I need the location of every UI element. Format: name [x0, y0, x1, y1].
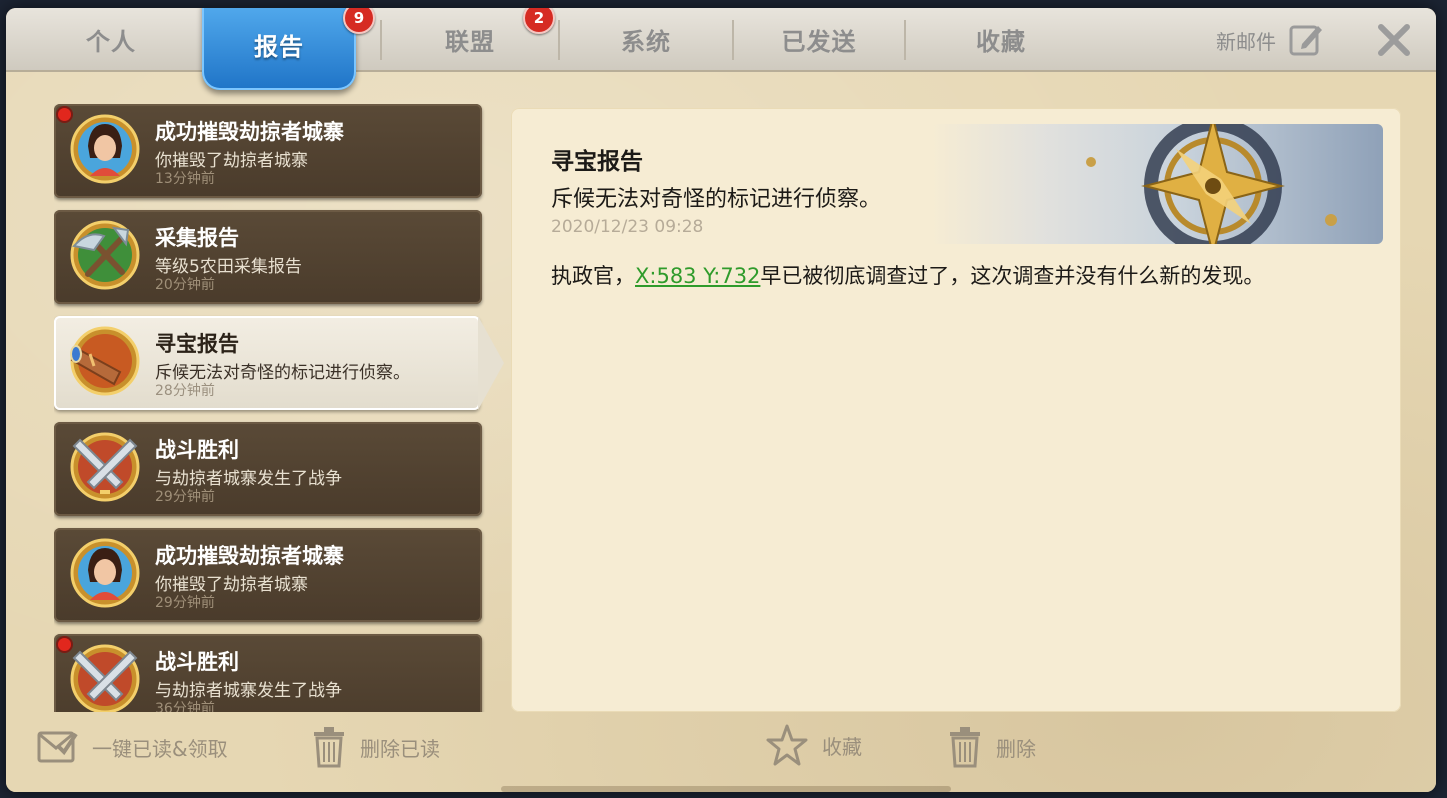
report-title: 采集报告	[155, 226, 239, 250]
new-mail-button[interactable]: 新邮件	[1216, 22, 1324, 58]
crossed-swords-icon	[70, 432, 140, 502]
tab-system[interactable]: 系统	[560, 8, 732, 70]
report-time: 29分钟前	[155, 595, 215, 611]
governor-avatar-icon	[70, 538, 140, 608]
report-title: 战斗胜利	[155, 650, 239, 674]
report-list[interactable]: 成功摧毁劫掠者城寨 你摧毁了劫掠者城寨 13分钟前 采集报告 等级5农田采集报告…	[54, 104, 486, 712]
report-time: 20分钟前	[155, 277, 215, 293]
tab-sent[interactable]: 已发送	[734, 8, 904, 70]
selection-pointer	[478, 316, 504, 410]
spyglass-icon	[70, 326, 140, 396]
report-item[interactable]: 成功摧毁劫掠者城寨 你摧毁了劫掠者城寨 13分钟前	[54, 104, 482, 198]
favorite-button[interactable]: 收藏	[766, 724, 862, 766]
read-all-claim-label: 一键已读&领取	[92, 736, 228, 761]
detail-body: 执政官，X:583 Y:732早已被彻底调查过了，这次调查并没有什么新的发现。	[551, 260, 1264, 290]
coordinate-link[interactable]: X:583 Y:732	[635, 264, 760, 288]
report-item[interactable]: 成功摧毁劫掠者城寨 你摧毁了劫掠者城寨 29分钟前	[54, 528, 482, 622]
new-mail-label: 新邮件	[1216, 29, 1276, 54]
report-time: 29分钟前	[155, 489, 215, 505]
report-banner	[931, 124, 1383, 244]
delete-read-button[interactable]: 删除已读	[312, 726, 440, 768]
delete-read-label: 删除已读	[360, 736, 440, 761]
crossed-swords-icon	[70, 644, 140, 712]
report-item[interactable]: 战斗胜利 与劫掠者城寨发生了战争 29分钟前	[54, 422, 482, 516]
bottom-scroll-indicator	[501, 786, 951, 792]
detail-body-prefix: 执政官，	[551, 264, 635, 288]
report-time: 36分钟前	[155, 701, 215, 712]
report-title: 成功摧毁劫掠者城寨	[155, 120, 344, 144]
close-button[interactable]	[1374, 20, 1414, 60]
detail-title: 寻宝报告	[551, 149, 643, 175]
trash-icon	[950, 727, 980, 768]
report-title: 战斗胜利	[155, 438, 239, 462]
detail-timestamp: 2020/12/23 09:28	[551, 217, 704, 237]
tab-reports[interactable]: 报告	[202, 8, 356, 90]
star-icon	[766, 724, 808, 766]
report-title: 成功摧毁劫掠者城寨	[155, 544, 344, 568]
gathering-tools-icon	[70, 220, 140, 290]
report-detail-pane: 寻宝报告 斥候无法对奇怪的标记进行侦察。 2020/12/23 09:28 执政…	[511, 108, 1401, 712]
delete-button[interactable]: 删除	[948, 726, 1036, 768]
mail-check-icon	[37, 731, 78, 763]
close-icon	[1378, 24, 1410, 56]
delete-label: 删除	[996, 736, 1036, 761]
report-time: 28分钟前	[155, 383, 215, 399]
tab-favorites[interactable]: 收藏	[906, 8, 1096, 70]
mail-window: 个人 联盟 系统 已发送 收藏 新邮件 报告 9 2 成功摧毁劫掠者城寨 你摧毁…	[6, 8, 1436, 792]
report-title: 寻宝报告	[155, 332, 239, 356]
detail-body-suffix: 早已被彻底调查过了，这次调查并没有什么新的发现。	[760, 264, 1265, 288]
report-time: 13分钟前	[155, 171, 215, 187]
compose-icon	[1289, 25, 1322, 56]
report-item[interactable]: 战斗胜利 与劫掠者城寨发生了战争 36分钟前	[54, 634, 482, 712]
read-all-claim-button[interactable]: 一键已读&领取	[36, 728, 228, 766]
compass-rose-icon	[1086, 124, 1337, 244]
report-item-selected[interactable]: 寻宝报告 斥候无法对奇怪的标记进行侦察。 28分钟前	[54, 316, 480, 410]
trash-icon	[314, 727, 344, 768]
detail-subtitle: 斥候无法对奇怪的标记进行侦察。	[551, 187, 882, 212]
favorite-label: 收藏	[822, 734, 862, 759]
governor-avatar-icon	[70, 114, 140, 184]
report-item[interactable]: 采集报告 等级5农田采集报告 20分钟前	[54, 210, 482, 304]
tab-personal[interactable]: 个人	[16, 8, 206, 70]
